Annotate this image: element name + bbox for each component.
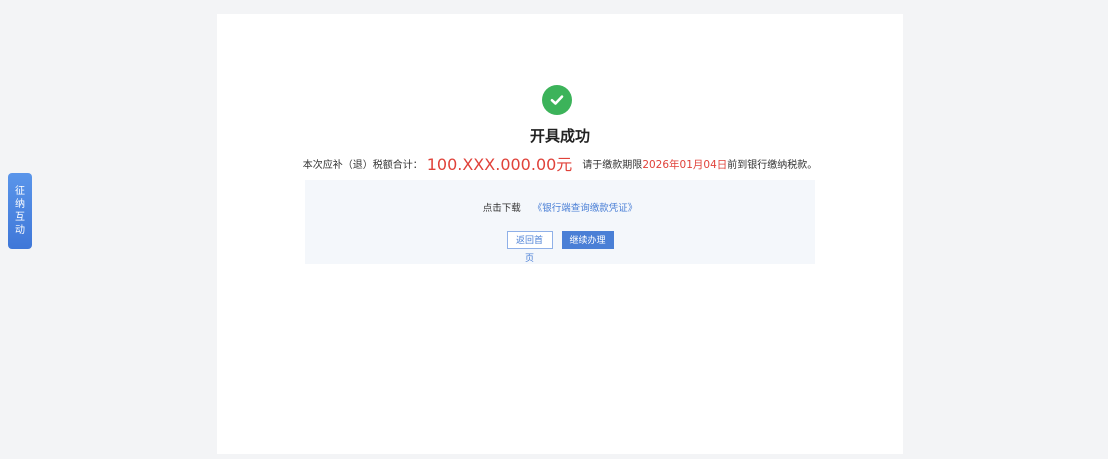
side-tab-char-2: 纳 [15, 199, 25, 210]
summary-suffix: 前到银行缴纳税款。 [727, 160, 818, 171]
interaction-side-tab[interactable]: 征 纳 互 动 [8, 173, 32, 249]
button-row: 返回首页 继续办理 [305, 231, 815, 264]
result-card: 开具成功 本次应补（退）税额合计： 100.XXX.000.00元 请于缴款期限20… [217, 14, 903, 454]
side-tab-char-3: 互 [15, 212, 25, 223]
side-tab-char-1: 征 [15, 186, 25, 197]
download-voucher-link[interactable]: 《银行端查询缴款凭证》 [533, 203, 638, 214]
tax-amount: 100.XXX.000.00元 [426, 155, 573, 174]
back-home-button[interactable]: 返回首页 [506, 231, 553, 264]
result-title: 开具成功 [529, 127, 590, 145]
result-summary: 本次应补（退）税额合计： 100.XXX.000.00元 请于缴款期限2026年01… [217, 151, 903, 175]
side-tab-char-4: 动 [15, 225, 25, 236]
action-panel: 点击下载 《银行端查询缴款凭证》 返回首页 继续办理 [305, 180, 815, 264]
check-circle-icon [542, 85, 572, 115]
continue-button[interactable]: 继续办理 [561, 231, 614, 249]
summary-mid: 请于缴款期限 [582, 160, 643, 171]
payment-deadline: 2026年01月04日 [642, 159, 728, 171]
page: 征 纳 互 动 开具成功 本次应补（退）税额合计： 100.XXX.000.00元… [0, 0, 1108, 459]
download-row: 点击下载 《银行端查询缴款凭证》 [305, 200, 815, 214]
download-label: 点击下载 [482, 203, 521, 214]
summary-prefix: 本次应补（退）税额合计： [302, 160, 423, 171]
